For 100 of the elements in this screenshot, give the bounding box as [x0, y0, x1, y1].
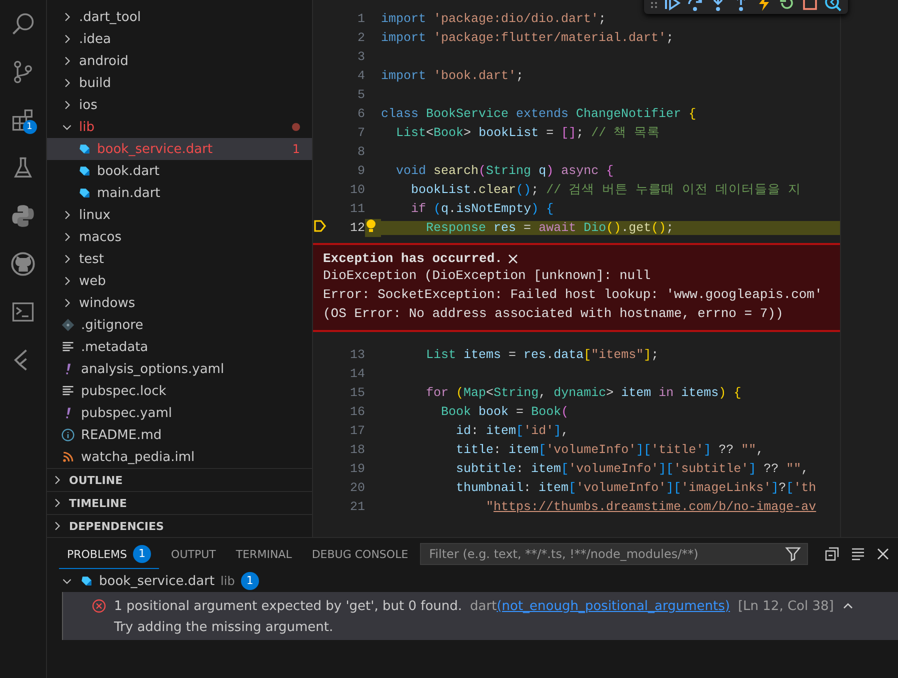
problem-hint: Try adding the missing argument.: [114, 620, 334, 634]
file-item[interactable]: pubspec.lock: [47, 380, 312, 402]
line-number: 13: [348, 348, 365, 362]
line-number: 20: [348, 480, 365, 494]
count-badge: 1: [240, 572, 259, 590]
problem-source: dart: [470, 598, 497, 614]
error-dot: [292, 123, 300, 131]
lines-icon: [61, 384, 75, 398]
exception-title: Exception has occurred.: [323, 251, 502, 266]
line-number: 1: [356, 12, 365, 26]
count-badge: 1: [22, 120, 36, 134]
folder-item[interactable]: build: [47, 72, 312, 94]
code-line: void search(String q) async {: [395, 164, 615, 178]
line-number: 10: [348, 182, 365, 196]
line-number: 17: [348, 424, 365, 438]
rule-link[interactable]: (not_enough_positional_arguments): [496, 598, 730, 614]
panel-tab[interactable]: OUTPUT: [163, 542, 224, 566]
line-number: 5: [356, 88, 365, 102]
code-line: bookList.clear(); // 검색 버튼 누를때 이전 데이터들을 지: [410, 182, 802, 198]
line-number: 3: [356, 50, 365, 64]
line-number: 2: [356, 30, 365, 44]
problem-message: 1 positional argument expected by 'get', but 0 found.: [114, 598, 462, 614]
section-header[interactable]: OUTLINE: [47, 468, 312, 491]
dart-file-icon: [77, 164, 91, 178]
problem-count: 1: [292, 142, 300, 156]
file-item[interactable]: main.dart: [47, 182, 312, 204]
code-line: import 'package:dio/dio.dart';: [381, 12, 608, 26]
folder-item[interactable]: macos: [47, 226, 312, 248]
count-badge: 1: [133, 545, 152, 563]
line-number: 15: [348, 386, 365, 400]
problem-item[interactable]: 1 positional argument expected by 'get', but 0 found. dart(not_enough_positional_arguments) [Ln 12, Col 38] Try adding the missing argument.: [62, 592, 898, 640]
file-item[interactable]: book.dart: [47, 160, 312, 182]
lightbulb-icon[interactable]: [365, 218, 377, 232]
section-header[interactable]: DEPENDENCIES: [47, 514, 312, 537]
file-item[interactable]: watcha_pedia.iml: [47, 446, 312, 468]
folder-name: lib: [220, 574, 235, 588]
folder-item[interactable]: windows: [47, 292, 312, 314]
line-number: 21: [348, 500, 365, 514]
code-line: List items = res.data["items"];: [425, 348, 660, 362]
code-line: class BookService extends ChangeNotifier {: [381, 106, 698, 120]
code-line: title: item['volumeInfo']['title'] ?? "",: [455, 442, 765, 456]
file-item[interactable]: .gitignore: [47, 314, 312, 336]
file-item[interactable]: .metadata: [47, 336, 312, 358]
dart-file-icon: [77, 186, 91, 200]
line-number: 16: [348, 404, 365, 418]
filter-field[interactable]: Filter (e.g. text, **/*.ts, !**/node_modules/**): [420, 543, 808, 565]
code-line: List<Book> bookList = []; // 책 목록: [395, 125, 662, 141]
close-icon[interactable]: [876, 547, 890, 561]
folder-item[interactable]: test: [47, 248, 312, 270]
panel-tab[interactable]: DEBUG CONSOLE: [304, 542, 416, 566]
line-number: 4: [356, 68, 365, 82]
line-number: 12: [348, 220, 365, 234]
folder-item[interactable]: android: [47, 50, 312, 72]
panel-tab[interactable]: PROBLEMS 1: [59, 539, 160, 569]
folder-item[interactable]: .dart_tool: [47, 6, 312, 28]
code-line: import 'package:flutter/material.dart';: [381, 30, 675, 44]
lines-icon: [61, 340, 75, 354]
info-icon: [61, 428, 75, 442]
close-icon[interactable]: [508, 254, 518, 264]
dart-file-icon: [79, 574, 93, 588]
dart-file-icon: [77, 142, 91, 156]
code-line: if (q.isNotEmpty) {: [410, 202, 555, 216]
error-icon: [92, 599, 106, 613]
list-icon[interactable]: [850, 546, 866, 562]
exception-message: (OS Error: No address associated with hostname, errno = 7)): [323, 305, 784, 323]
file-item[interactable]: analysis_options.yaml: [47, 358, 312, 380]
line-number: 9: [356, 164, 365, 178]
code-line: id: item['id'],: [455, 424, 570, 438]
line-number: 18: [348, 442, 365, 456]
section-header[interactable]: TIMELINE: [47, 491, 312, 514]
folder-item[interactable]: .idea: [47, 28, 312, 50]
diamond-icon: [61, 318, 75, 332]
line-number: 8: [356, 144, 365, 158]
code-line: thumbnail: item['volumeInfo']['imageLinks']?['th: [455, 480, 818, 494]
file-item[interactable]: README.md: [47, 424, 312, 446]
line-number: 19: [348, 462, 365, 476]
file-name: book_service.dart: [99, 574, 215, 588]
line-number: 14: [348, 366, 365, 380]
problem-file-row[interactable]: book_service.dart lib 1: [47, 570, 898, 592]
line-number: 11: [348, 202, 365, 216]
filter-icon[interactable]: [785, 546, 801, 562]
file-item[interactable]: pubspec.yaml: [47, 402, 312, 424]
line-number: 6: [356, 106, 365, 120]
folder-item[interactable]: linux: [47, 204, 312, 226]
problem-location: [Ln 12, Col 38]: [738, 598, 834, 614]
grip-icon[interactable]: [650, 0, 658, 10]
line-number: 7: [356, 126, 365, 140]
collapse-all-icon[interactable]: [824, 546, 840, 562]
folder-item[interactable]: lib: [47, 116, 312, 138]
code-line: Book book = Book(: [440, 404, 570, 418]
code-line: import 'book.dart';: [381, 68, 525, 82]
folder-item[interactable]: web: [47, 270, 312, 292]
folder-item[interactable]: ios: [47, 94, 312, 116]
exception-message: Error: SocketException: Failed host lookup: 'www.googleapis.com': [323, 286, 824, 304]
code-line: "https://thumbs.dreamstime.com/b/no-image-av: [485, 500, 818, 514]
feed-icon: [61, 450, 75, 464]
code-line: subtitle: item['volumeInfo']['subtitle'] ?? "",: [455, 462, 810, 476]
panel-tab[interactable]: TERMINAL: [228, 542, 300, 566]
code-line: for (Map<String, dynamic> item in items) {: [425, 386, 742, 400]
exception-message: DioException (DioException [unknown]: null: [323, 267, 652, 285]
